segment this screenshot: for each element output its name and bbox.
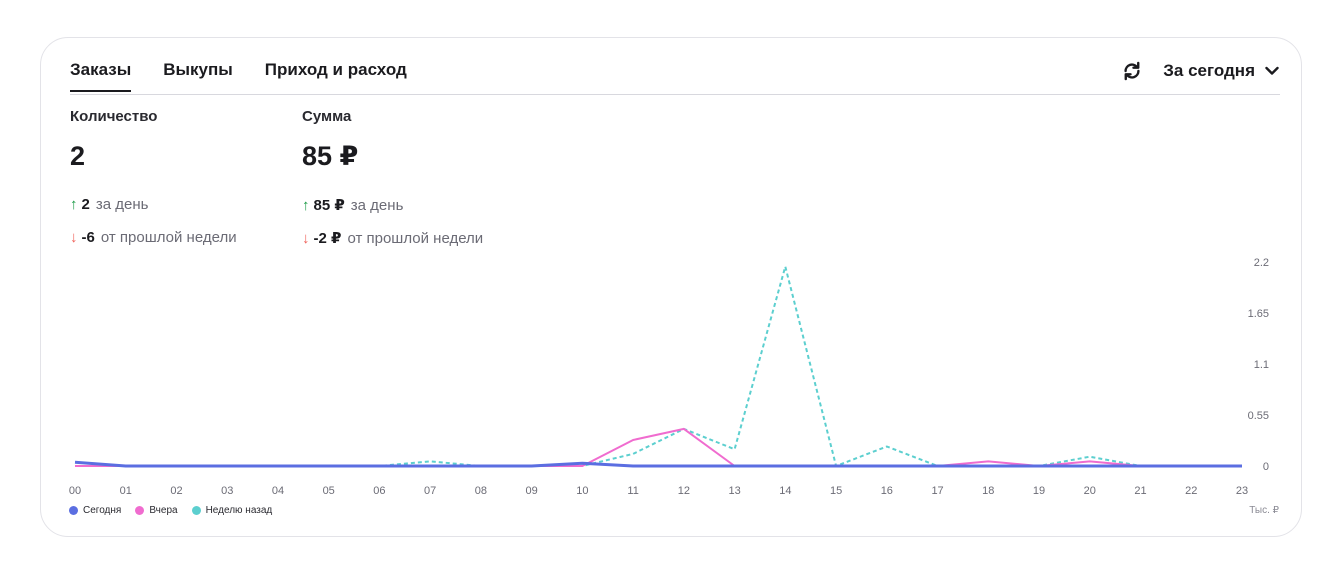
x-tick-label: 17 bbox=[931, 485, 943, 497]
x-tick-label: 00 bbox=[69, 485, 81, 497]
legend-dot bbox=[135, 506, 145, 515]
legend-dot bbox=[191, 506, 201, 515]
y-tick-label: 1.65 bbox=[1248, 308, 1269, 320]
y-tick-label: 0.55 bbox=[1248, 410, 1269, 422]
x-tick-label: 20 bbox=[1084, 485, 1096, 497]
x-tick-label: 07 bbox=[424, 485, 436, 497]
x-tick-label: 16 bbox=[881, 485, 893, 497]
x-tick-label: 23 bbox=[1236, 485, 1248, 497]
legend-item-yesterday[interactable]: Вчера bbox=[135, 505, 178, 516]
x-tick-label: 22 bbox=[1185, 485, 1197, 497]
legend-label: Неделю назад bbox=[205, 505, 273, 516]
x-tick-label: 03 bbox=[221, 485, 233, 497]
x-tick-label: 14 bbox=[779, 485, 791, 497]
x-tick-label: 09 bbox=[526, 485, 538, 497]
legend-item-today[interactable]: Сегодня bbox=[69, 505, 121, 516]
y-tick-label: 1.1 bbox=[1254, 359, 1269, 371]
y-tick-label: 0 bbox=[1263, 461, 1269, 473]
x-tick-label: 18 bbox=[982, 485, 994, 497]
x-tick-label: 11 bbox=[627, 485, 638, 497]
legend-dot bbox=[69, 506, 78, 515]
orders-card: Заказы Выкупы Приход и расход За сегодня… bbox=[40, 37, 1302, 537]
legend-item-week-ago[interactable]: Неделю назад bbox=[191, 505, 273, 516]
x-tick-label: 15 bbox=[830, 485, 842, 497]
x-tick-label: 04 bbox=[272, 485, 284, 497]
y-axis-unit: Тыс. ₽ bbox=[1249, 505, 1279, 516]
legend-label: Сегодня bbox=[83, 505, 122, 516]
series-line-week-ago bbox=[75, 265, 1242, 467]
x-tick-label: 13 bbox=[728, 485, 740, 497]
x-tick-label: 08 bbox=[475, 485, 487, 497]
x-tick-label: 05 bbox=[323, 485, 335, 497]
x-tick-label: 12 bbox=[678, 485, 690, 497]
orders-line-chart: 00 01 02 03 04 05 06 07 08 09 10 11 12 13 14 15 16 17 18 19… bbox=[69, 257, 1269, 497]
x-tick-label: 21 bbox=[1134, 485, 1146, 497]
legend-label: Вчера bbox=[149, 505, 178, 516]
x-tick-label: 10 bbox=[576, 485, 588, 497]
x-tick-label: 01 bbox=[120, 485, 132, 497]
y-tick-label: 2.2 bbox=[1254, 257, 1269, 269]
x-tick-label: 19 bbox=[1033, 485, 1045, 497]
x-tick-label: 02 bbox=[170, 485, 182, 497]
chart-legend: Сегодня Вчера Неделю назад bbox=[69, 505, 286, 516]
x-tick-label: 06 bbox=[373, 485, 385, 497]
